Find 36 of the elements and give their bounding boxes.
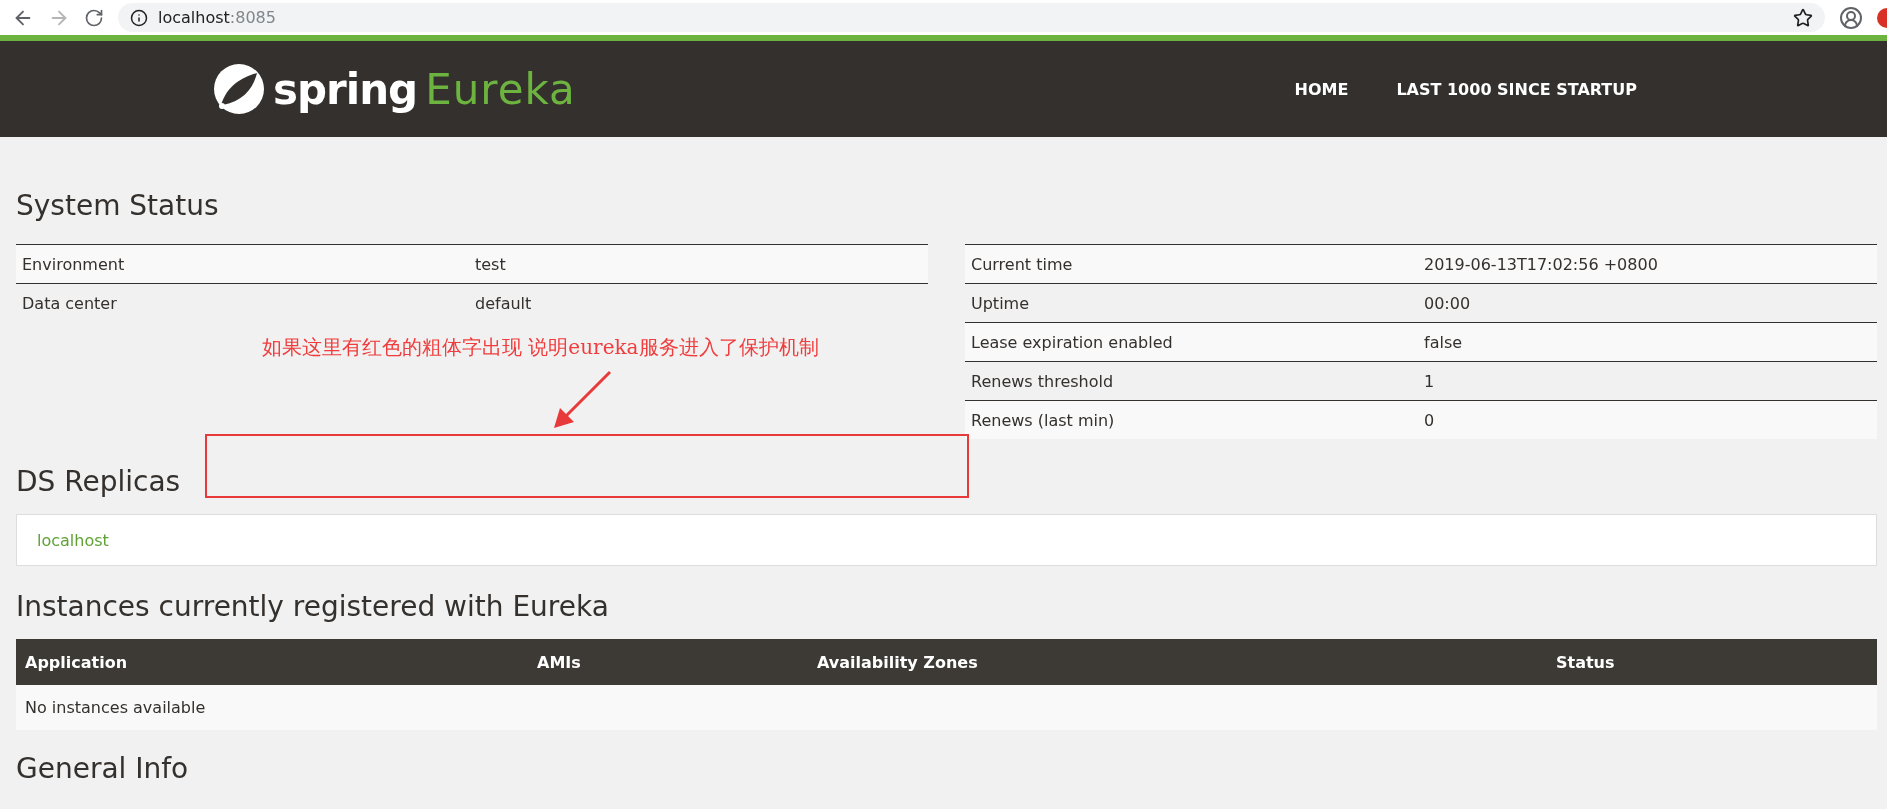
row-value: false <box>1424 332 1464 352</box>
row-label: Environment <box>22 254 126 274</box>
row-value: test <box>475 254 507 274</box>
leaf-logo-icon <box>213 63 265 115</box>
url-text: localhost:8085 <box>158 8 276 27</box>
row-label: Renews (last min) <box>971 410 1116 430</box>
row-label: Lease expiration enabled <box>971 332 1174 352</box>
row-value: 00:00 <box>1424 293 1472 313</box>
row-value: 2019-06-13T17:02:56 +0800 <box>1424 254 1659 274</box>
column-header: AMIs <box>537 652 582 672</box>
nav-link[interactable]: LAST 1000 SINCE STARTUP <box>1396 79 1637 99</box>
row-label: Data center <box>22 293 118 313</box>
reload-icon[interactable] <box>84 7 104 28</box>
star-icon[interactable] <box>1793 7 1813 28</box>
row-label: Renews threshold <box>971 371 1115 391</box>
row-label: Current time <box>971 254 1074 274</box>
row-label: Uptime <box>971 293 1030 313</box>
section-heading: System Status <box>16 189 219 222</box>
row-value: 0 <box>1424 410 1436 430</box>
nav-link[interactable]: HOME <box>1294 79 1349 99</box>
section-heading: DS Replicas <box>16 465 181 498</box>
annotation-arrow <box>552 370 614 430</box>
annotation-text: 如果这里有红色的粗体字出现 说明eureka服务进入了保护机制 <box>262 334 819 361</box>
section-heading: General Info <box>16 752 189 785</box>
info-icon[interactable] <box>130 8 148 27</box>
brand-text: spring <box>273 64 418 114</box>
empty-row: No instances available <box>16 685 1877 730</box>
section-heading: Instances currently registered with Eureka <box>16 590 609 623</box>
column-header: Application <box>25 652 129 672</box>
column-header: Status <box>1556 652 1616 672</box>
account-icon[interactable] <box>1839 5 1863 30</box>
product-text: Eureka <box>425 64 576 114</box>
column-header: Availability Zones <box>817 652 979 672</box>
row-value: default <box>475 293 533 313</box>
address-bar[interactable]: localhost:8085 <box>118 3 1825 32</box>
row-value: 1 <box>1424 371 1436 391</box>
